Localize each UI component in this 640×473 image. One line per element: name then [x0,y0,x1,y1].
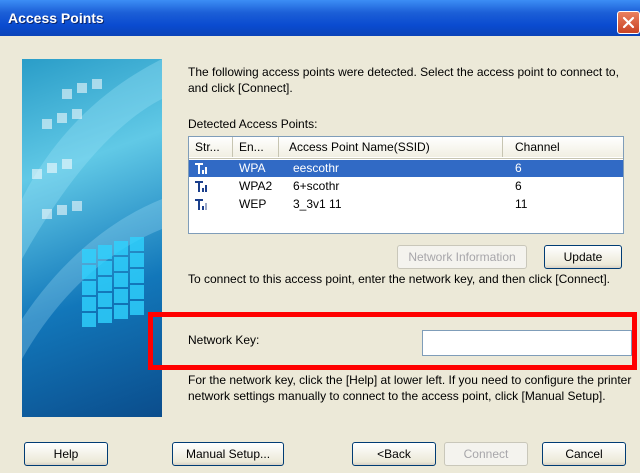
update-button[interactable]: Update [544,245,622,269]
cancel-button[interactable]: Cancel [542,442,626,466]
signal-strength-icon [195,199,207,210]
list-header: Str... En... Access Point Name(SSID) Cha… [189,137,623,159]
wizard-banner-image [22,59,162,417]
column-header-strength[interactable]: Str... [189,137,233,157]
signal-strength-icon [195,163,207,174]
channel-cell: 11 [515,197,528,211]
intro-text: The following access points were detecte… [188,65,619,95]
signal-strength-icon [195,181,207,192]
help-instructions: For the network key, click the [Help] at… [188,373,632,403]
access-point-row[interactable]: WEP 3_3v1 11 11 [189,196,623,213]
access-point-row[interactable]: WPA eescothr 6 [189,160,623,177]
manual-setup-button[interactable]: Manual Setup... [172,442,284,466]
channel-cell: 6 [515,161,522,175]
column-header-ssid[interactable]: Access Point Name(SSID) [279,137,503,157]
network-key-input[interactable] [422,330,632,356]
connect-button[interactable]: Connect [444,442,528,466]
column-header-channel[interactable]: Channel [503,137,623,157]
column-header-encryption[interactable]: En... [233,137,279,157]
access-point-list[interactable]: Str... En... Access Point Name(SSID) Cha… [188,136,624,234]
ssid-cell: eescothr [293,161,340,175]
back-button[interactable]: <Back [352,442,436,466]
channel-cell: 6 [515,179,522,193]
window-title: Access Points [8,10,104,26]
network-key-label: Network Key: [188,333,260,347]
connect-instructions: To connect to this access point, enter t… [188,272,611,286]
ssid-cell: 3_3v1 11 [293,197,342,211]
detected-access-points-label: Detected Access Points: [188,117,318,131]
title-bar: Access Points [0,0,640,36]
ssid-cell: 6+scothr [293,179,340,193]
encryption-cell: WPA2 [239,179,273,193]
encryption-cell: WEP [239,197,267,211]
close-icon [622,16,635,29]
close-button[interactable] [617,11,640,34]
access-point-row[interactable]: WPA2 6+scothr 6 [189,178,623,195]
encryption-cell: WPA [239,161,266,175]
help-button[interactable]: Help [24,442,108,466]
network-information-button[interactable]: Network Information [397,245,527,269]
